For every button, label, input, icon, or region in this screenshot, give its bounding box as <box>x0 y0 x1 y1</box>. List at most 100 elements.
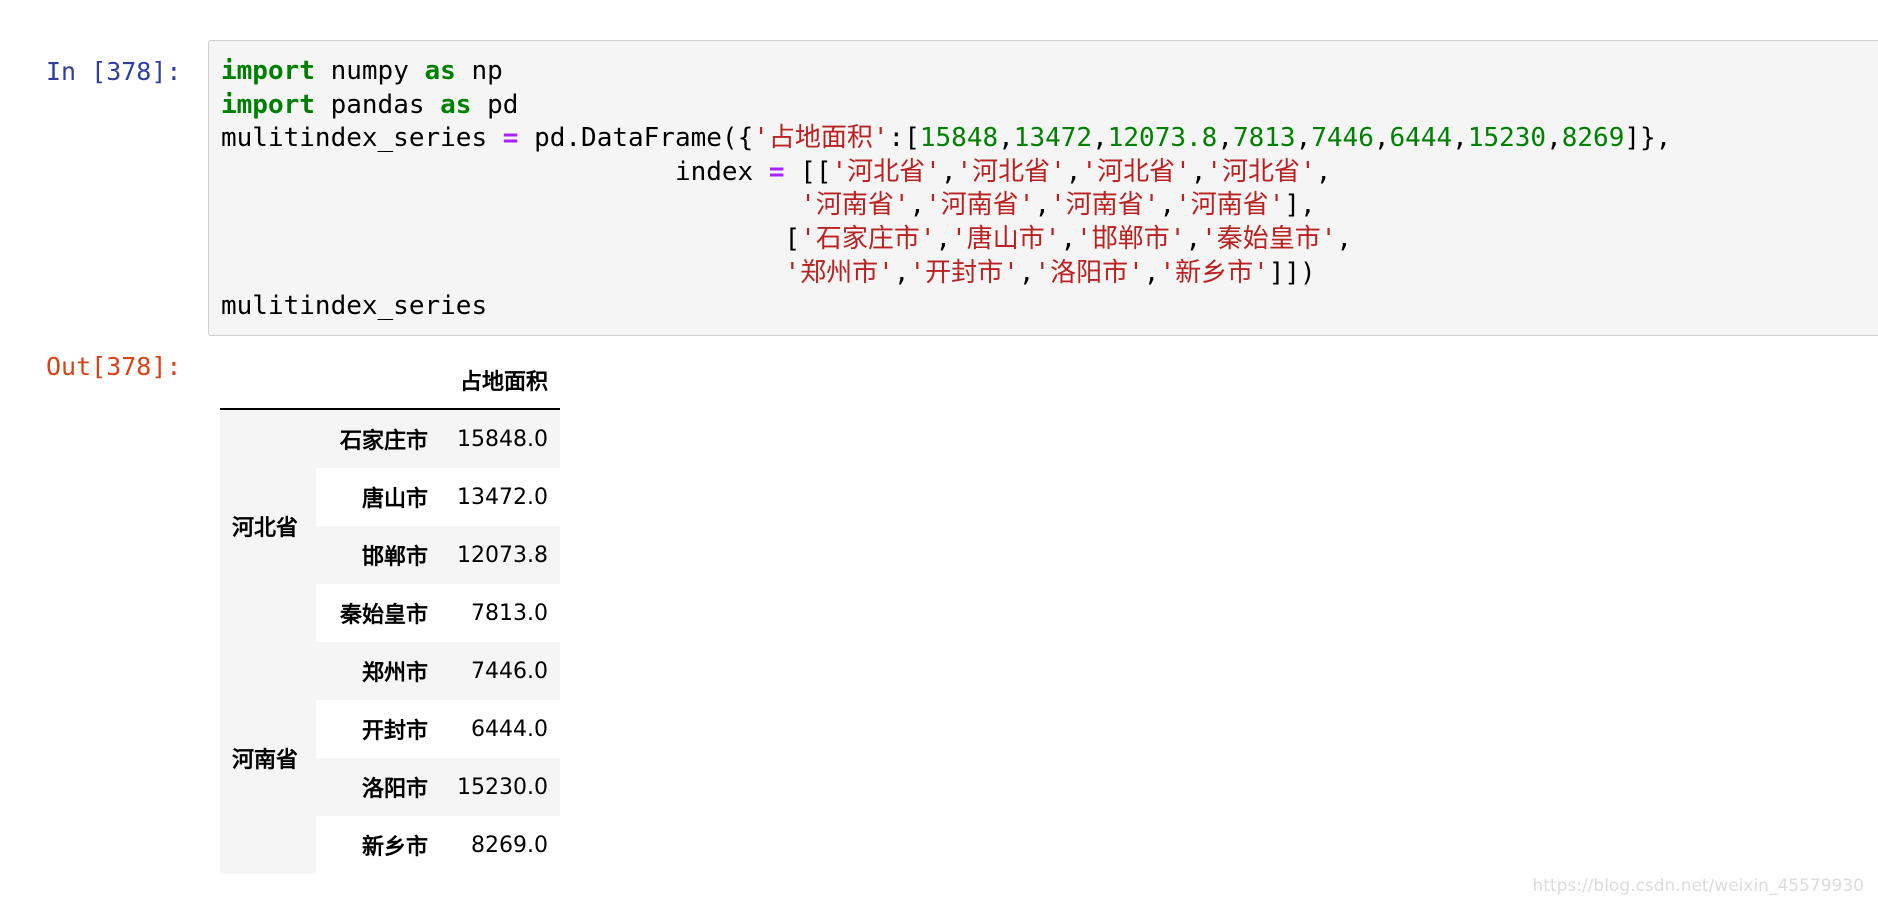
cell-value: 12073.8 <box>440 526 560 584</box>
code-token: mulitindex_series <box>221 123 503 154</box>
code-token-str: '河北省' <box>1206 156 1316 187</box>
code-line: '河南省','河南省','河南省','河南省'], <box>221 189 1671 223</box>
code-token: numpy <box>314 56 425 86</box>
code-token: pd.DataFrame({ <box>518 123 754 154</box>
cell-value: 6444.0 <box>471 716 548 742</box>
code-token-num: 13472 <box>1013 123 1093 154</box>
code-token: , <box>1217 123 1233 154</box>
code-token-kw: import <box>221 56 315 86</box>
code-token: , <box>893 257 910 288</box>
code-token: , <box>998 123 1014 154</box>
code-line: import pandas as pd <box>221 89 1671 123</box>
code-token: pandas <box>314 89 441 120</box>
index-level1-label: 唐山市 <box>361 487 428 512</box>
input-prompt: In [378]: <box>46 57 182 86</box>
code-line: ['石家庄市','唐山市','邯郸市','秦始皇市', <box>221 223 1671 257</box>
code-token: , <box>1065 156 1082 187</box>
index-level0-label: 河北省 <box>220 409 316 642</box>
code-token-str: '河北省' <box>956 156 1066 187</box>
header-row: 占地面积 <box>220 352 560 410</box>
code-token: [ <box>221 223 801 254</box>
code-token: ], <box>1284 190 1316 221</box>
table-row: 河北省 石家庄市 15848.0 <box>220 409 560 642</box>
index-level0-label: 河南省 <box>220 642 316 874</box>
code-token-str: '洛阳市' <box>1034 257 1144 288</box>
code-line: index = [['河北省','河北省','河北省','河北省', <box>221 156 1671 190</box>
code-token: , <box>1546 123 1562 154</box>
code-token-num: 15848 <box>919 123 999 154</box>
code-token-num: 8269 <box>1561 123 1625 154</box>
code-cell[interactable]: import numpy as np import pandas as pd mul… <box>208 40 1878 336</box>
watermark: https://blog.csdn.net/weixin_45579930 <box>1532 876 1864 896</box>
cell-value: 13472.0 <box>457 484 548 510</box>
index-level1-label: 洛阳市 <box>316 758 440 816</box>
code-token-op: = <box>768 156 785 187</box>
table-row: 河南省 郑州市 7446.0 <box>220 642 560 874</box>
index-level1-label: 新乡市 <box>361 835 428 860</box>
code-token-str: '开封市' <box>909 257 1019 288</box>
code-token: , <box>1373 123 1390 154</box>
table-header: 占地面积 <box>220 352 560 410</box>
index-header-level1 <box>316 352 440 410</box>
code-token: , <box>1143 257 1160 288</box>
dataframe-table: 占地面积 河北省 石家庄市 15848.0 唐山市 13472.0 邯郸市 12073.8 秦… <box>220 352 560 874</box>
code-token-kw: import <box>221 89 315 120</box>
dataframe-output: 占地面积 河北省 石家庄市 15848.0 唐山市 13472.0 邯郸市 12073.8 秦… <box>220 352 560 874</box>
code-token: , <box>1159 190 1176 221</box>
code-token-str: '郑州市' <box>784 257 894 288</box>
code-token-kw: as <box>424 56 456 86</box>
code-line: '郑州市','开封市','洛阳市','新乡市']]) <box>221 257 1671 291</box>
code-token-str: '唐山市' <box>951 223 1061 254</box>
table-body: 河北省 石家庄市 15848.0 唐山市 13472.0 邯郸市 12073.8 秦始皇市 78… <box>220 409 560 874</box>
index-header-level0 <box>220 352 316 410</box>
code-token: index <box>221 156 769 187</box>
index-level1-label: 秦始皇市 <box>339 603 428 628</box>
code-token-kw: as <box>440 89 472 120</box>
cell-value: 7446.0 <box>440 642 560 700</box>
code-token: np <box>455 56 503 86</box>
index-level1-label: 邯郸市 <box>316 526 440 584</box>
code-line: import numpy as np <box>221 55 1671 89</box>
code-token: , <box>1295 123 1312 154</box>
code-editor[interactable]: import numpy as np import pandas as pd mul… <box>221 55 1671 324</box>
code-token-str: '占地面积' <box>753 123 889 154</box>
code-token-num: 12073.8 <box>1107 123 1218 154</box>
code-line: mulitindex_series = pd.DataFrame({'占地面积'… <box>221 122 1671 156</box>
code-token-str: '新乡市' <box>1159 257 1269 288</box>
code-token: , <box>1018 257 1035 288</box>
code-token-str: '邯郸市' <box>1076 223 1186 254</box>
code-token-str: '河南省' <box>1050 190 1160 221</box>
code-token: , <box>909 190 926 221</box>
code-token-str: '河北省' <box>1081 156 1191 187</box>
notebook-page: In [378]: import numpy as np import panda… <box>0 0 1878 908</box>
code-token: , <box>940 156 957 187</box>
code-token-num: 6444 <box>1389 123 1453 154</box>
code-token: ]}, <box>1624 123 1672 154</box>
code-token: , <box>1190 156 1207 187</box>
code-token: , <box>1336 223 1353 254</box>
code-token: , <box>935 223 952 254</box>
code-token: :[ <box>888 123 920 154</box>
code-token: , <box>1185 223 1202 254</box>
code-token: , <box>1452 123 1468 154</box>
code-token-str: '河南省' <box>925 190 1035 221</box>
column-header: 占地面积 <box>440 352 560 410</box>
code-token-num: 15230 <box>1467 123 1547 154</box>
code-token-op: = <box>502 123 519 154</box>
code-token-num: 7813 <box>1232 123 1296 154</box>
output-prompt: Out[378]: <box>46 352 182 381</box>
code-token-str: '河南省' <box>800 190 910 221</box>
code-token: pd <box>471 89 519 120</box>
cell-value: 15230.0 <box>440 758 560 816</box>
index-level1-label: 石家庄市 <box>316 409 440 468</box>
code-token: , <box>1060 223 1077 254</box>
code-token-str: '石家庄市' <box>800 223 936 254</box>
index-level1-label: 郑州市 <box>316 642 440 700</box>
code-token-str: '河北省' <box>831 156 941 187</box>
code-token-num: 7446 <box>1311 123 1374 154</box>
code-token-str: '秦始皇市' <box>1201 223 1337 254</box>
code-line: mulitindex_series <box>221 290 1671 324</box>
index-level1-label: 开封市 <box>361 719 428 744</box>
